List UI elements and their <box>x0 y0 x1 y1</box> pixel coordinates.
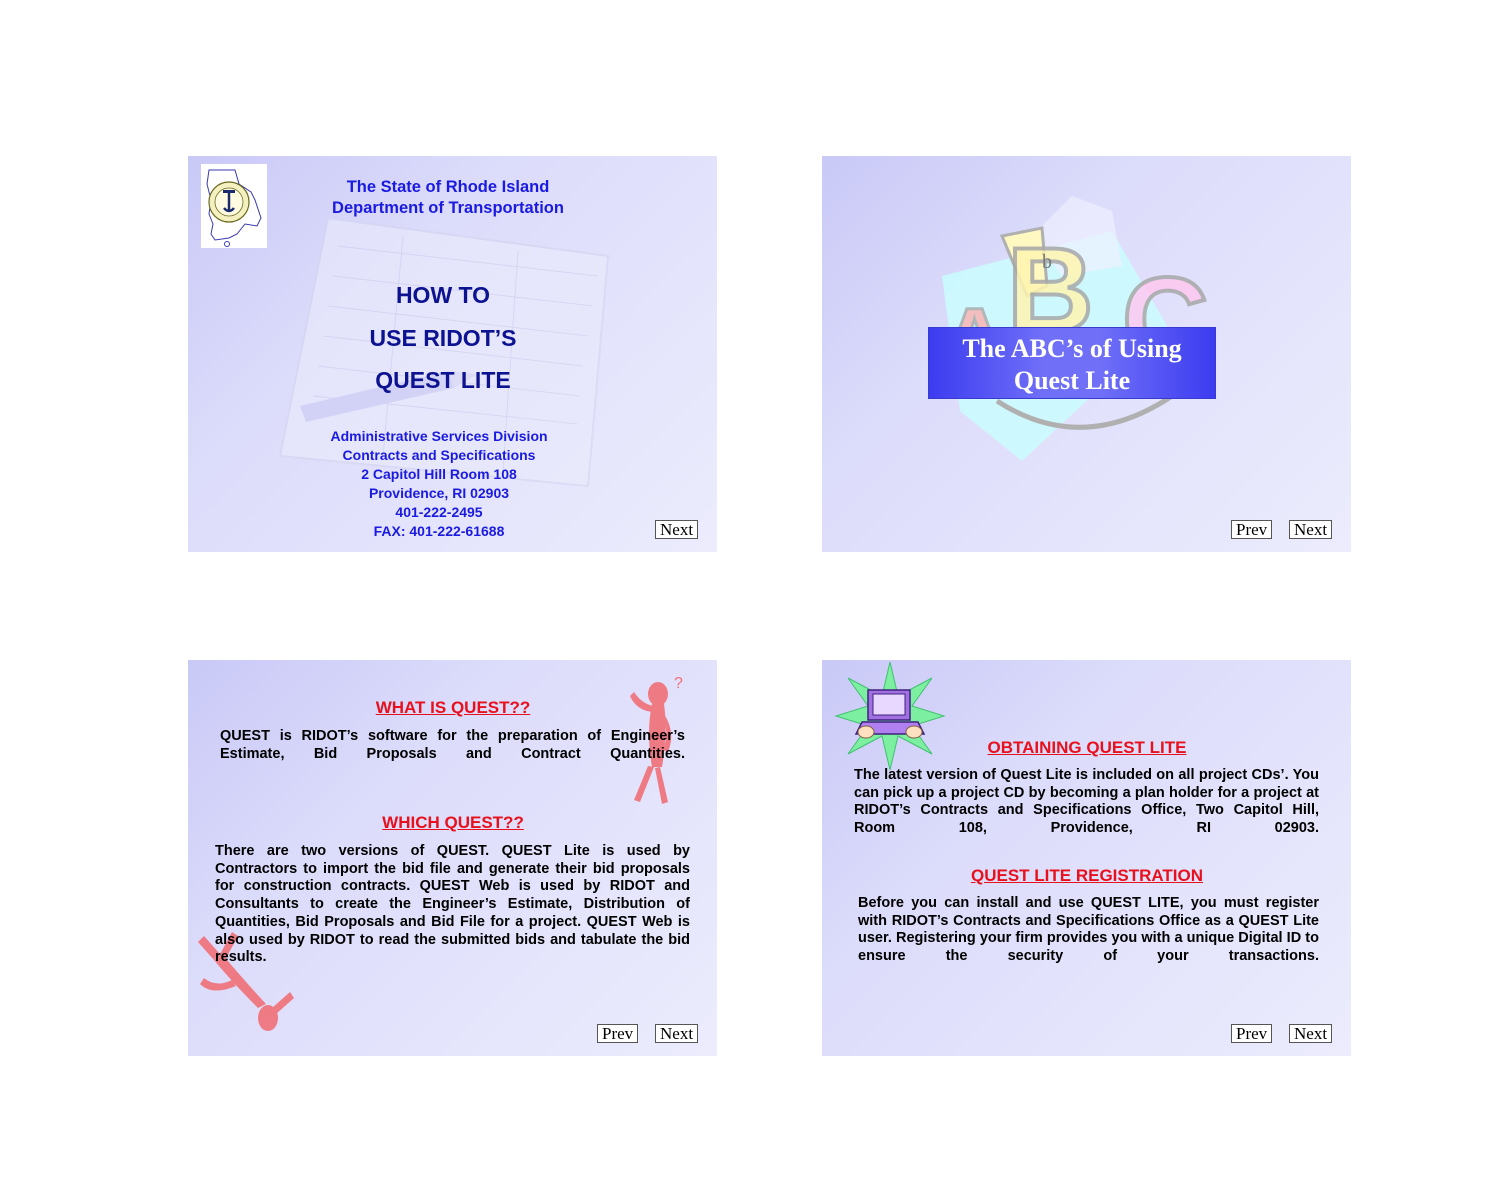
which-quest-heading: WHICH QUEST?? <box>382 813 524 832</box>
rhode-island-seal-logo <box>201 164 267 248</box>
next-button[interactable]: Next <box>1289 520 1333 539</box>
slide-how-to-use: The State of Rhode Island Department of … <box>188 156 717 552</box>
title-line-1: HOW TO <box>395 282 491 308</box>
obtaining-heading: OBTAINING QUEST LITE <box>987 738 1187 757</box>
which-quest-paragraph: There are two versions of QUEST. QUEST L… <box>215 843 690 966</box>
abc-title-banner: The ABC’s of Using Quest Lite <box>928 327 1216 399</box>
laptop-starburst-icon <box>834 661 946 771</box>
next-button[interactable]: Next <box>655 520 699 539</box>
prev-button[interactable]: Prev <box>1231 1024 1273 1043</box>
what-is-quest-heading: WHAT IS QUEST?? <box>375 698 531 717</box>
contact-fax: FAX: 401-222-61688 <box>373 523 505 539</box>
next-button[interactable]: Next <box>655 1024 699 1043</box>
prev-button[interactable]: Prev <box>597 1024 639 1043</box>
header-state: The State of Rhode Island <box>346 178 550 196</box>
contact-division: Administrative Services Division <box>330 428 548 444</box>
contact-office: Contracts and Specifications <box>342 447 536 463</box>
contact-info: Administrative Services Division Contrac… <box>288 427 590 541</box>
svg-text:b: b <box>1042 251 1052 273</box>
what-is-quest-paragraph: QUEST is RIDOT’s software for the prepar… <box>220 728 685 762</box>
slide-what-is-quest: ? WHAT IS QUEST?? QUEST is RIDOT’s softw… <box>188 660 717 1056</box>
agency-header: The State of Rhode Island Department of … <box>298 177 598 219</box>
next-button[interactable]: Next <box>1289 1024 1333 1043</box>
slide-obtaining-quest-lite: OBTAINING QUEST LITE The latest version … <box>822 660 1351 1056</box>
contact-address: 2 Capitol Hill Room 108 <box>361 466 517 482</box>
title-line-3: QUEST LITE <box>375 367 511 393</box>
banner-line-2: Quest Lite <box>1013 366 1131 395</box>
banner-line-1: The ABC’s of Using <box>962 334 1182 363</box>
prev-button[interactable]: Prev <box>1231 520 1273 539</box>
contact-phone: 401-222-2495 <box>395 504 483 520</box>
obtaining-paragraph: The latest version of Quest Lite is incl… <box>854 767 1319 837</box>
contact-city: Providence, RI 02903 <box>368 485 510 501</box>
header-department: Department of Transportation <box>332 199 564 217</box>
slide-abcs: B C A b The ABC’s of Using Quest Lite Pr… <box>822 156 1351 552</box>
svg-text:?: ? <box>674 675 683 692</box>
registration-paragraph: Before you can install and use QUEST LIT… <box>858 895 1319 965</box>
registration-heading: QUEST LITE REGISTRATION <box>970 866 1204 885</box>
title-line-2: USE RIDOT’S <box>369 325 517 351</box>
